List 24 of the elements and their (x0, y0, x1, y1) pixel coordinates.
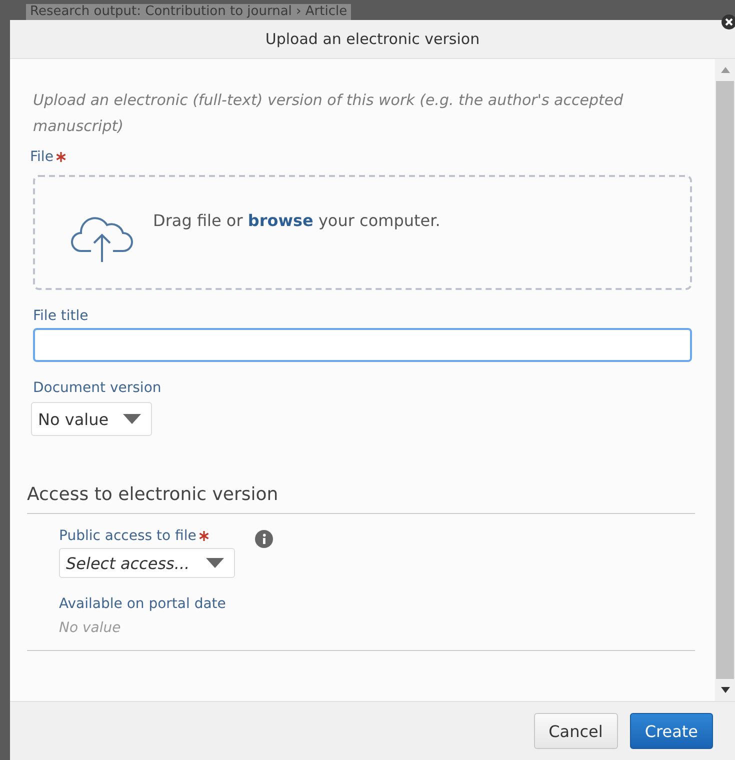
caret-icon (122, 414, 141, 424)
breadcrumb: Research output: Contribution to journal › Article (26, 4, 352, 20)
field-label: Public access to file (59, 528, 196, 544)
field-label: Available on portal date (59, 596, 226, 612)
scroll-down-icon[interactable] (720, 687, 730, 693)
field-label: File title (33, 308, 88, 324)
access-dropdown[interactable]: Select access... (59, 548, 235, 578)
field-label: Document version (33, 380, 162, 396)
field-value: No value (59, 620, 122, 636)
caret-icon (206, 558, 224, 568)
drop-instructions: Drag file or browse your computer. (153, 211, 440, 230)
section-heading: Access to electronic version (27, 484, 695, 514)
dialog-title: Upload an electronic version (265, 30, 480, 48)
file-drop-zone[interactable]: Drag file or browse your computer. (33, 175, 692, 290)
scrollbar-thumb[interactable] (716, 81, 734, 679)
browse-link[interactable]: browse (248, 211, 314, 230)
info-icon[interactable] (254, 530, 273, 548)
intro-text: Upload an electronic (full-text) version of this work (e.g. the author's accepted manuscript) (33, 90, 624, 137)
file-title-field[interactable] (33, 328, 692, 362)
cancel-button[interactable]: Cancel (534, 713, 618, 749)
close-icon[interactable] (721, 14, 735, 30)
document-version-dropdown[interactable]: No value (31, 402, 152, 436)
field-label: File (30, 149, 54, 165)
create-button[interactable]: Create (630, 713, 713, 749)
